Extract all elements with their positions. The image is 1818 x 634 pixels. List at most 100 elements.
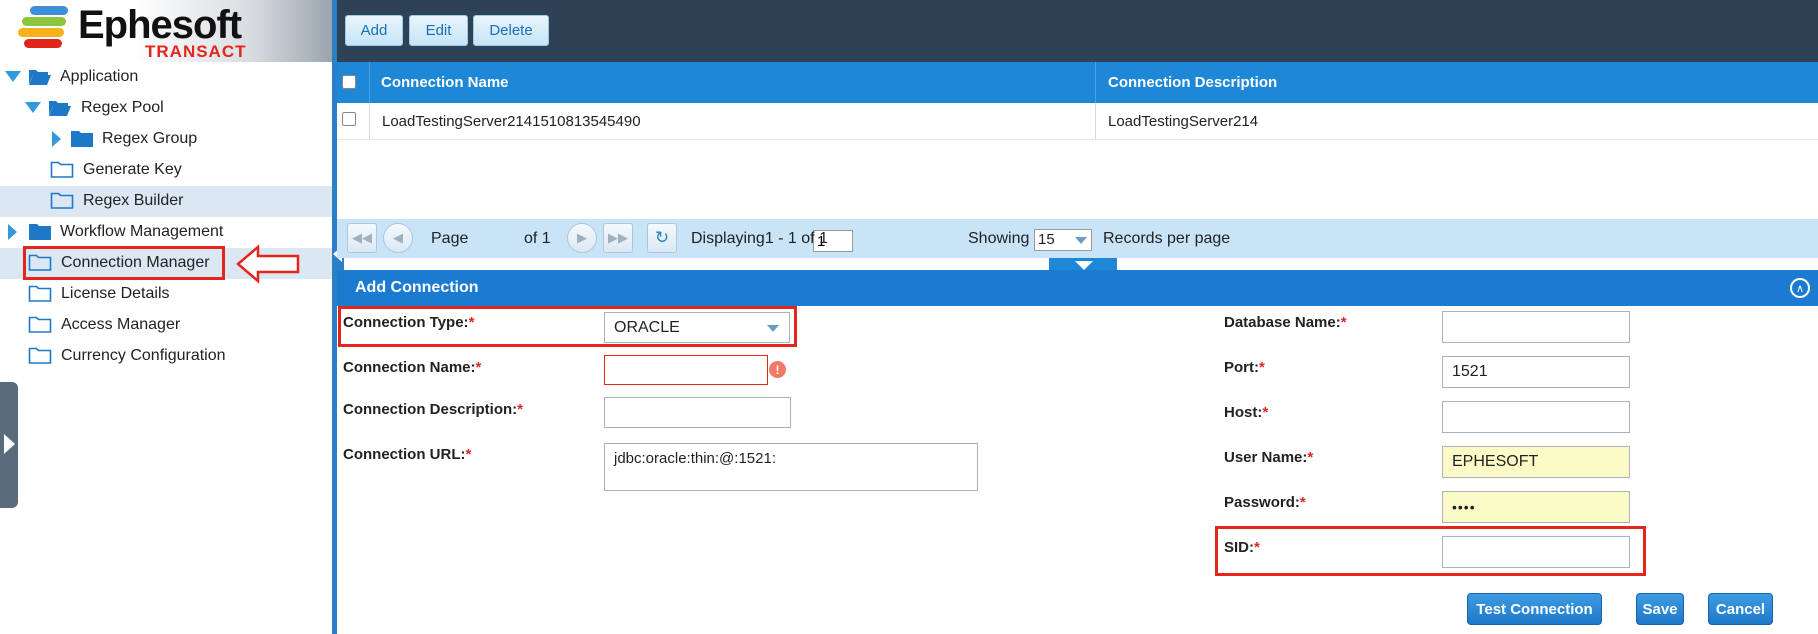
column-divider	[369, 62, 370, 103]
edit-button[interactable]: Edit	[409, 15, 468, 46]
select-all-checkbox[interactable]	[342, 75, 356, 89]
label-text: Password:	[1224, 494, 1300, 511]
database-name-input[interactable]	[1442, 311, 1630, 343]
tree-item-generate-key[interactable]: Generate Key	[0, 155, 332, 186]
password-input[interactable]	[1442, 491, 1630, 523]
first-page-icon[interactable]: ◀◀	[347, 223, 377, 253]
column-header-connection-description[interactable]: Connection Description	[1108, 62, 1277, 103]
database-name-label: Database Name:*	[1224, 314, 1347, 331]
required-marker: *	[1307, 449, 1314, 466]
port-input[interactable]	[1442, 356, 1630, 388]
delete-button[interactable]: Delete	[473, 15, 549, 46]
tree-item-access-manager[interactable]: Access Manager	[0, 310, 332, 341]
connection-name-input[interactable]	[604, 355, 768, 385]
label-text: Port:	[1224, 359, 1259, 376]
highlight-box	[338, 306, 797, 347]
required-marker: *	[517, 401, 524, 418]
host-input[interactable]	[1442, 401, 1630, 433]
tree-item-application[interactable]: Application	[0, 62, 332, 93]
page-total: of 1	[524, 230, 551, 247]
form-header: Add Connection ∧	[337, 270, 1818, 306]
expand-right-icon	[4, 434, 15, 454]
test-connection-button[interactable]: Test Connection	[1467, 593, 1602, 625]
logo-tagline: TRANSACT	[145, 42, 247, 61]
tree-label: Access Manager	[61, 316, 181, 333]
column-divider	[1095, 62, 1096, 103]
connection-url-textarea[interactable]: jdbc:oracle:thin:@:1521:	[604, 443, 978, 491]
last-page-icon[interactable]: ▶▶	[603, 223, 633, 253]
password-label: Password:*	[1224, 494, 1306, 511]
user-name-input[interactable]	[1442, 446, 1630, 478]
connection-description-input[interactable]	[604, 397, 791, 428]
previous-page-icon[interactable]: ◀	[383, 223, 413, 253]
connection-description-label: Connection Description:*	[343, 401, 523, 418]
records-label: Records per page	[1103, 230, 1231, 247]
required-marker: *	[1259, 359, 1265, 376]
cell-connection-description: LoadTestingServer214	[1108, 113, 1259, 130]
logo-area: Ephesoft TRANSACT	[0, 0, 333, 62]
highlight-box	[23, 246, 225, 280]
records-per-page-select[interactable]: 15	[1034, 229, 1092, 251]
grid-header: Connection Name Connection Description	[337, 62, 1818, 103]
refresh-icon[interactable]: ↻	[647, 223, 677, 253]
collapse-arrow-icon[interactable]	[8, 224, 17, 240]
toolbar: Add Edit Delete	[337, 0, 1818, 62]
tree-item-regex-pool[interactable]: Regex Pool	[0, 93, 332, 124]
folder-outline-icon	[28, 285, 52, 302]
expand-arrow-icon[interactable]	[5, 71, 21, 82]
required-marker: *	[475, 359, 482, 376]
add-button[interactable]: Add	[345, 15, 403, 46]
tree-item-currency-configuration[interactable]: Currency Configuration	[0, 341, 332, 372]
port-label: Port:*	[1224, 359, 1265, 376]
pager: ◀◀ ◀ Page of 1 ▶ ▶▶ ↻ Displaying1 - 1 of…	[337, 219, 1818, 258]
navigation-tree: Application Regex Pool Regex Group Gener…	[0, 62, 332, 634]
required-marker: *	[1340, 314, 1347, 331]
required-marker: *	[1262, 404, 1269, 421]
page-label: Page	[431, 230, 469, 247]
collapse-arrow-icon[interactable]	[52, 131, 61, 147]
tree-label: License Details	[61, 285, 170, 302]
tree-label: Currency Configuration	[61, 347, 226, 364]
next-page-icon[interactable]: ▶	[567, 223, 597, 253]
showing-label: Showing	[968, 230, 1030, 247]
folder-outline-icon	[28, 316, 52, 333]
column-header-connection-name[interactable]: Connection Name	[381, 62, 509, 103]
tree-item-regex-builder[interactable]: Regex Builder	[0, 186, 332, 217]
folder-icon	[29, 224, 51, 240]
tree-label: Regex Builder	[83, 192, 184, 209]
tree-label: Regex Pool	[81, 99, 164, 116]
folder-outline-icon	[28, 347, 52, 364]
records-per-page-value: 15	[1038, 231, 1055, 248]
collapse-form-icon[interactable]: ∧	[1790, 278, 1810, 298]
chevron-down-icon	[1075, 261, 1093, 270]
column-divider	[1095, 103, 1096, 140]
row-checkbox[interactable]	[342, 112, 356, 126]
folder-open-icon	[29, 70, 51, 85]
connection-url-label: Connection URL:*	[343, 446, 471, 463]
tree-label: Workflow Management	[60, 223, 224, 240]
user-name-label: User Name:*	[1224, 449, 1313, 466]
label-text: User Name:	[1224, 449, 1308, 466]
side-panel-handle[interactable]	[0, 382, 18, 508]
highlight-box	[1215, 526, 1646, 576]
label-text: Connection URL:	[343, 446, 466, 463]
displaying-info: Displaying1 - 1 of 1	[691, 230, 828, 247]
cell-connection-name: LoadTestingServer2141510813545490	[382, 113, 641, 130]
tree-item-regex-group[interactable]: Regex Group	[0, 124, 332, 155]
folder-outline-icon	[50, 192, 74, 209]
folder-open-icon	[49, 101, 71, 116]
tree-label: Regex Group	[102, 130, 198, 147]
label-text: Database Name:	[1224, 314, 1341, 331]
pointer-arrow-icon	[236, 244, 300, 284]
form-title: Add Connection	[355, 279, 479, 296]
host-label: Host:*	[1224, 404, 1268, 421]
expand-arrow-icon[interactable]	[25, 102, 41, 113]
save-button[interactable]: Save	[1636, 593, 1684, 625]
label-text: Connection Name:	[343, 359, 476, 376]
cancel-button[interactable]: Cancel	[1708, 593, 1773, 625]
folder-outline-icon	[50, 161, 74, 178]
column-divider	[369, 103, 370, 140]
table-row[interactable]: LoadTestingServer2141510813545490 LoadTe…	[337, 103, 1818, 140]
error-icon: !	[769, 361, 786, 378]
chevron-down-icon	[1075, 237, 1087, 244]
